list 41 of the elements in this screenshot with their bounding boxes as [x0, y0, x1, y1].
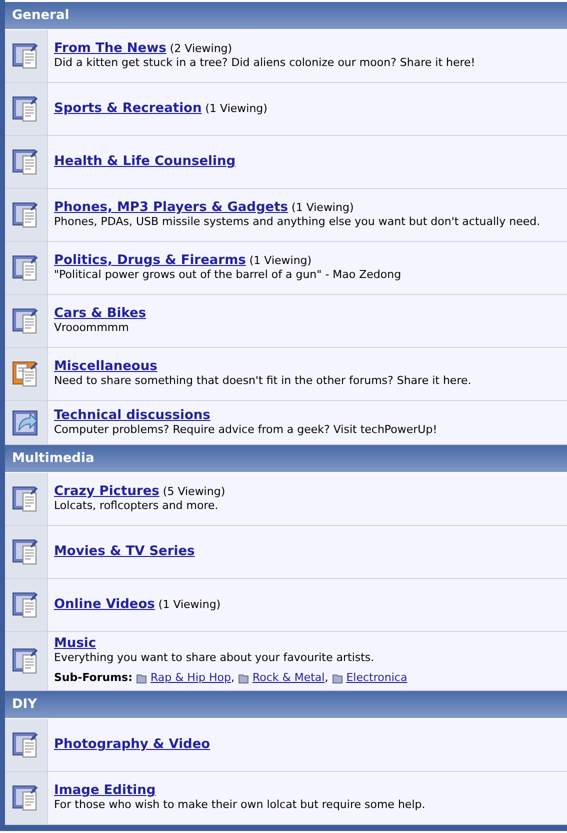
forum-title-link[interactable]: From The News: [54, 41, 166, 56]
category-header: DIY: [5, 691, 567, 719]
forum-description: For those who wish to make their own lolcat but require some help.: [54, 798, 426, 812]
subforum-link[interactable]: Rock & Metal: [252, 671, 325, 685]
forum-description: Need to share something that doesn't fit in the other forums? Share it here.: [54, 374, 472, 388]
comma-separator: ,: [230, 671, 234, 685]
forum-title-link[interactable]: Miscellaneous: [54, 359, 158, 374]
category-header: General: [5, 2, 567, 30]
viewing-count: (2 Viewing): [170, 42, 232, 55]
forum-description: Vrooommmm: [54, 321, 130, 335]
forum-title-link[interactable]: Movies & TV Series: [54, 544, 195, 559]
forum-description: Computer problems? Require advice from a geek? Visit techPowerUp!: [54, 422, 438, 436]
forum-description: Phones, PDAs, USB missile systems and anything else you want but don't actually need.: [54, 215, 540, 229]
category-header: Multimedia: [5, 445, 567, 473]
forum-title-link[interactable]: Health & Life Counseling: [54, 154, 236, 169]
viewing-count: (1 Viewing): [205, 102, 268, 115]
folder-icon: [238, 672, 250, 684]
forum-title-link[interactable]: Photography & Video: [54, 737, 210, 752]
viewing-count: (1 Viewing): [249, 254, 312, 267]
forum-description: Did a kitten get stuck in a tree? Did aliens colonize our moon? Share it here!: [54, 56, 476, 70]
comma-separator: ,: [324, 671, 328, 685]
forum-title-link[interactable]: Music: [54, 636, 96, 651]
forum-title-link[interactable]: Technical discussions: [54, 408, 210, 422]
forum-title-link[interactable]: Image Editing: [54, 783, 156, 798]
viewing-count: (1 Viewing): [292, 201, 354, 214]
forum-title-link[interactable]: Politics, Drugs & Firearms: [54, 253, 246, 268]
forum-title-link[interactable]: Crazy Pictures: [54, 484, 160, 499]
forum-title-link[interactable]: Online Videos: [54, 597, 155, 612]
folder-icon: [136, 672, 148, 684]
forum-description: Everything you want to share about your favourite artists.: [54, 651, 376, 665]
forum-title-link[interactable]: Phones, MP3 Players & Gadgets: [54, 200, 288, 215]
forum-title-link[interactable]: Cars & Bikes: [54, 306, 146, 321]
subforums-label: Sub-Forums:: [54, 671, 132, 685]
viewing-count: (1 Viewing): [158, 598, 221, 611]
forum-title-link[interactable]: Sports & Recreation: [54, 101, 202, 116]
forum-description: "Political power grows out of the barrel of a gun" - Mao Zedong: [54, 268, 402, 282]
folder-icon: [332, 672, 344, 684]
viewing-count: (5 Viewing): [162, 485, 226, 498]
subforum-link[interactable]: Rap & Hip Hop: [150, 671, 231, 685]
forum-description: Lolcats, roflcopters and more.: [54, 499, 220, 513]
subforum-link[interactable]: Electronica: [346, 671, 408, 685]
